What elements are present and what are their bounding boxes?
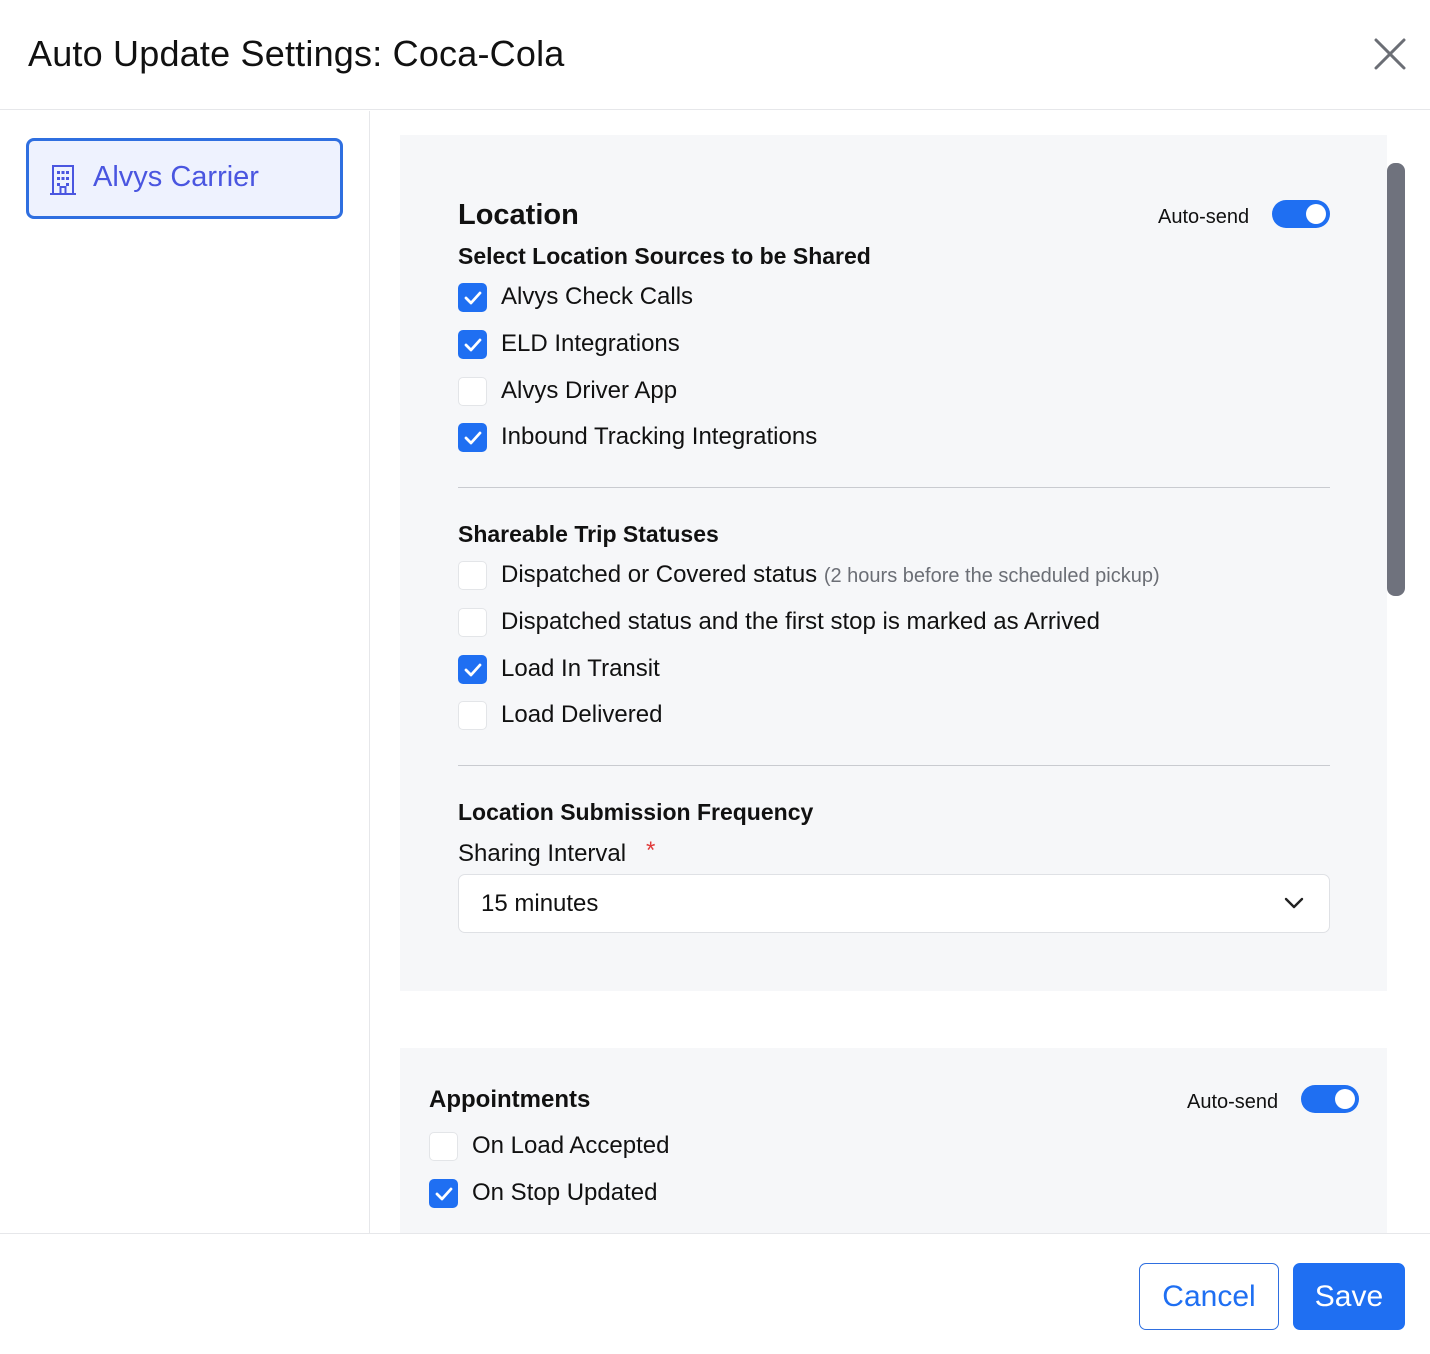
- checkbox[interactable]: [458, 608, 487, 637]
- appointments-autosend-label: Auto-send: [1187, 1091, 1279, 1113]
- checkbox-label: Alvys Check Calls: [501, 283, 694, 310]
- checkbox[interactable]: [458, 377, 487, 406]
- status-note: (2 hours before the scheduled pickup): [823, 565, 1160, 587]
- checkbox[interactable]: [458, 330, 487, 359]
- status-label: Dispatched or Covered status: [501, 561, 818, 588]
- location-section: Location Auto-send Select Location Sourc…: [400, 135, 1387, 991]
- sidebar: Alvys Carrier: [0, 111, 370, 1233]
- close-icon[interactable]: [1370, 34, 1410, 74]
- select-value: 15 minutes: [481, 890, 599, 917]
- required-mark: *: [646, 837, 656, 864]
- sidebar-item-alvys-carrier[interactable]: Alvys Carrier: [26, 138, 343, 219]
- checkbox-label: Alvys Driver App: [501, 377, 678, 404]
- location-sources-title: Select Location Sources to be Shared: [458, 243, 871, 269]
- checkbox[interactable]: [458, 423, 487, 452]
- appointments-autosend-toggle[interactable]: [1301, 1085, 1359, 1113]
- checkbox-label: Dispatched status and the first stop is …: [501, 608, 1100, 635]
- dialog-header: Auto Update Settings: Coca-Cola: [0, 0, 1430, 110]
- location-autosend-label: Auto-send: [1158, 206, 1250, 228]
- toggle-knob: [1306, 204, 1326, 224]
- location-title: Location: [458, 199, 579, 231]
- checkbox[interactable]: [458, 283, 487, 312]
- settings-content: Location Auto-send Select Location Sourc…: [371, 111, 1430, 1233]
- building-icon: [49, 164, 77, 196]
- dialog-title: Auto Update Settings: Coca-Cola: [28, 33, 565, 74]
- checkbox-label: On Stop Updated: [472, 1179, 658, 1206]
- checkbox-label: Inbound Tracking Integrations: [501, 423, 818, 450]
- checkbox[interactable]: [429, 1132, 458, 1161]
- divider: [458, 487, 1330, 488]
- appointments-section: Appointments Auto-send On Load Accepted …: [400, 1048, 1387, 1233]
- content-scrollbar[interactable]: [1387, 163, 1405, 596]
- trip-statuses-title: Shareable Trip Statuses: [458, 521, 719, 547]
- appointments-title: Appointments: [429, 1086, 591, 1113]
- toggle-knob: [1335, 1089, 1355, 1109]
- save-button[interactable]: Save: [1293, 1263, 1405, 1330]
- location-autosend-toggle[interactable]: [1272, 200, 1330, 228]
- checkbox-label: Load Delivered: [501, 701, 663, 728]
- dialog-footer: Cancel Save: [0, 1233, 1430, 1354]
- frequency-title: Location Submission Frequency: [458, 799, 814, 825]
- checkbox[interactable]: [458, 655, 487, 684]
- sharing-interval-label: Sharing Interval: [458, 840, 627, 867]
- checkbox-label: Load In Transit: [501, 655, 660, 682]
- divider: [458, 765, 1330, 766]
- cancel-button[interactable]: Cancel: [1139, 1263, 1279, 1330]
- chevron-down-icon: [1283, 895, 1305, 911]
- sharing-interval-select[interactable]: 15 minutes: [458, 874, 1330, 933]
- checkbox[interactable]: [429, 1179, 458, 1208]
- checkbox[interactable]: [458, 561, 487, 590]
- checkbox-label: ELD Integrations: [501, 330, 680, 357]
- checkbox[interactable]: [458, 701, 487, 730]
- sidebar-item-label: Alvys Carrier: [93, 161, 259, 193]
- checkbox-label: On Load Accepted: [472, 1132, 670, 1159]
- checkbox-label: Dispatched or Covered status (2 hours be…: [501, 561, 1160, 589]
